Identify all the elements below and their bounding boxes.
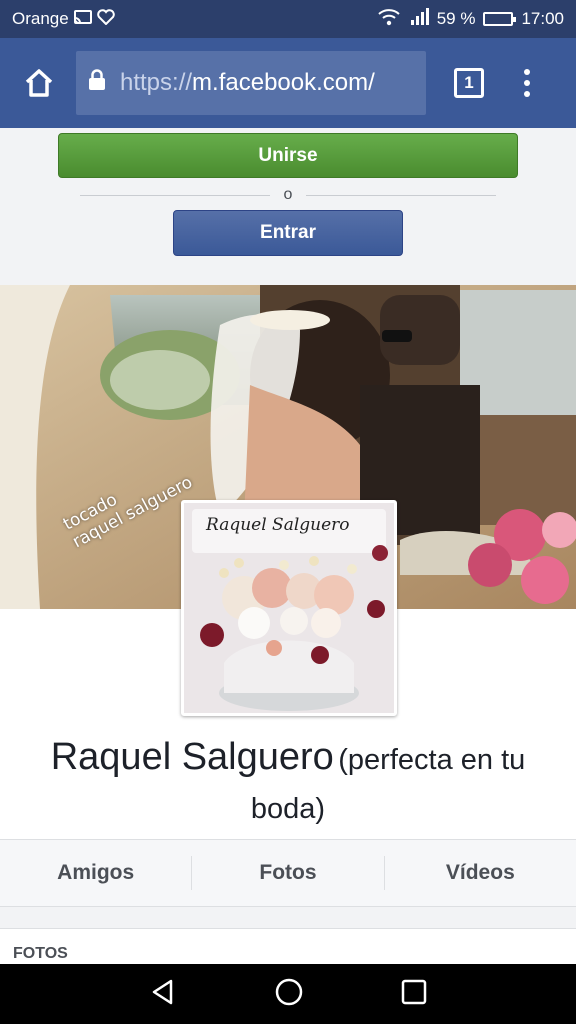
tab-videos[interactable]: Vídeos (383, 856, 576, 890)
carrier-label: Orange (12, 9, 69, 28)
profile-subtitle-2: boda) (250, 793, 326, 825)
system-nav-bar (0, 964, 576, 1024)
or-divider: o (80, 185, 496, 205)
battery-icon (483, 12, 517, 26)
login-prompt: Unirse o Entrar (0, 128, 576, 285)
nav-back-icon[interactable] (149, 978, 177, 1011)
nav-recents-icon[interactable] (401, 979, 427, 1010)
url-protocol: https:// (120, 69, 193, 96)
or-label: o (283, 186, 293, 203)
heart-icon (96, 8, 115, 30)
login-button[interactable]: Entrar (173, 210, 403, 256)
tab-friends[interactable]: Amigos (0, 856, 191, 890)
join-button[interactable]: Unirse (58, 133, 518, 178)
photos-section-title: FOTOS (13, 945, 68, 962)
avatar-signature: Raquel Salguero (206, 515, 350, 535)
wifi-icon (377, 8, 401, 31)
profile-title: Raquel Salguero (perfecta en tu boda) (0, 735, 576, 836)
status-bar: Orange 59 % 17:00 (0, 0, 576, 38)
tab-photos[interactable]: Fotos (191, 856, 383, 890)
url-host: m.facebook.com/ (192, 69, 375, 96)
browser-toolbar: https://m.facebook.com/ 1 (0, 38, 576, 128)
nav-home-icon[interactable] (274, 977, 304, 1012)
home-icon[interactable] (14, 58, 64, 108)
profile-name: Raquel Salguero (50, 736, 334, 778)
address-bar[interactable]: https://m.facebook.com/ (76, 51, 426, 115)
lock-icon (88, 68, 106, 98)
profile-subtitle-1: (perfecta en tu (338, 744, 526, 776)
profile-picture[interactable]: Raquel Salguero (181, 500, 397, 716)
photos-section: FOTOS (0, 928, 576, 964)
profile-tabs: Amigos Fotos Vídeos (0, 839, 576, 907)
battery-percent: 59 % (436, 9, 476, 28)
tab-switcher-button[interactable]: 1 (454, 68, 484, 98)
clock: 17:00 (521, 9, 564, 28)
cast-icon (73, 9, 93, 30)
overflow-menu-icon[interactable] (524, 69, 530, 97)
signal-icon (409, 7, 429, 31)
